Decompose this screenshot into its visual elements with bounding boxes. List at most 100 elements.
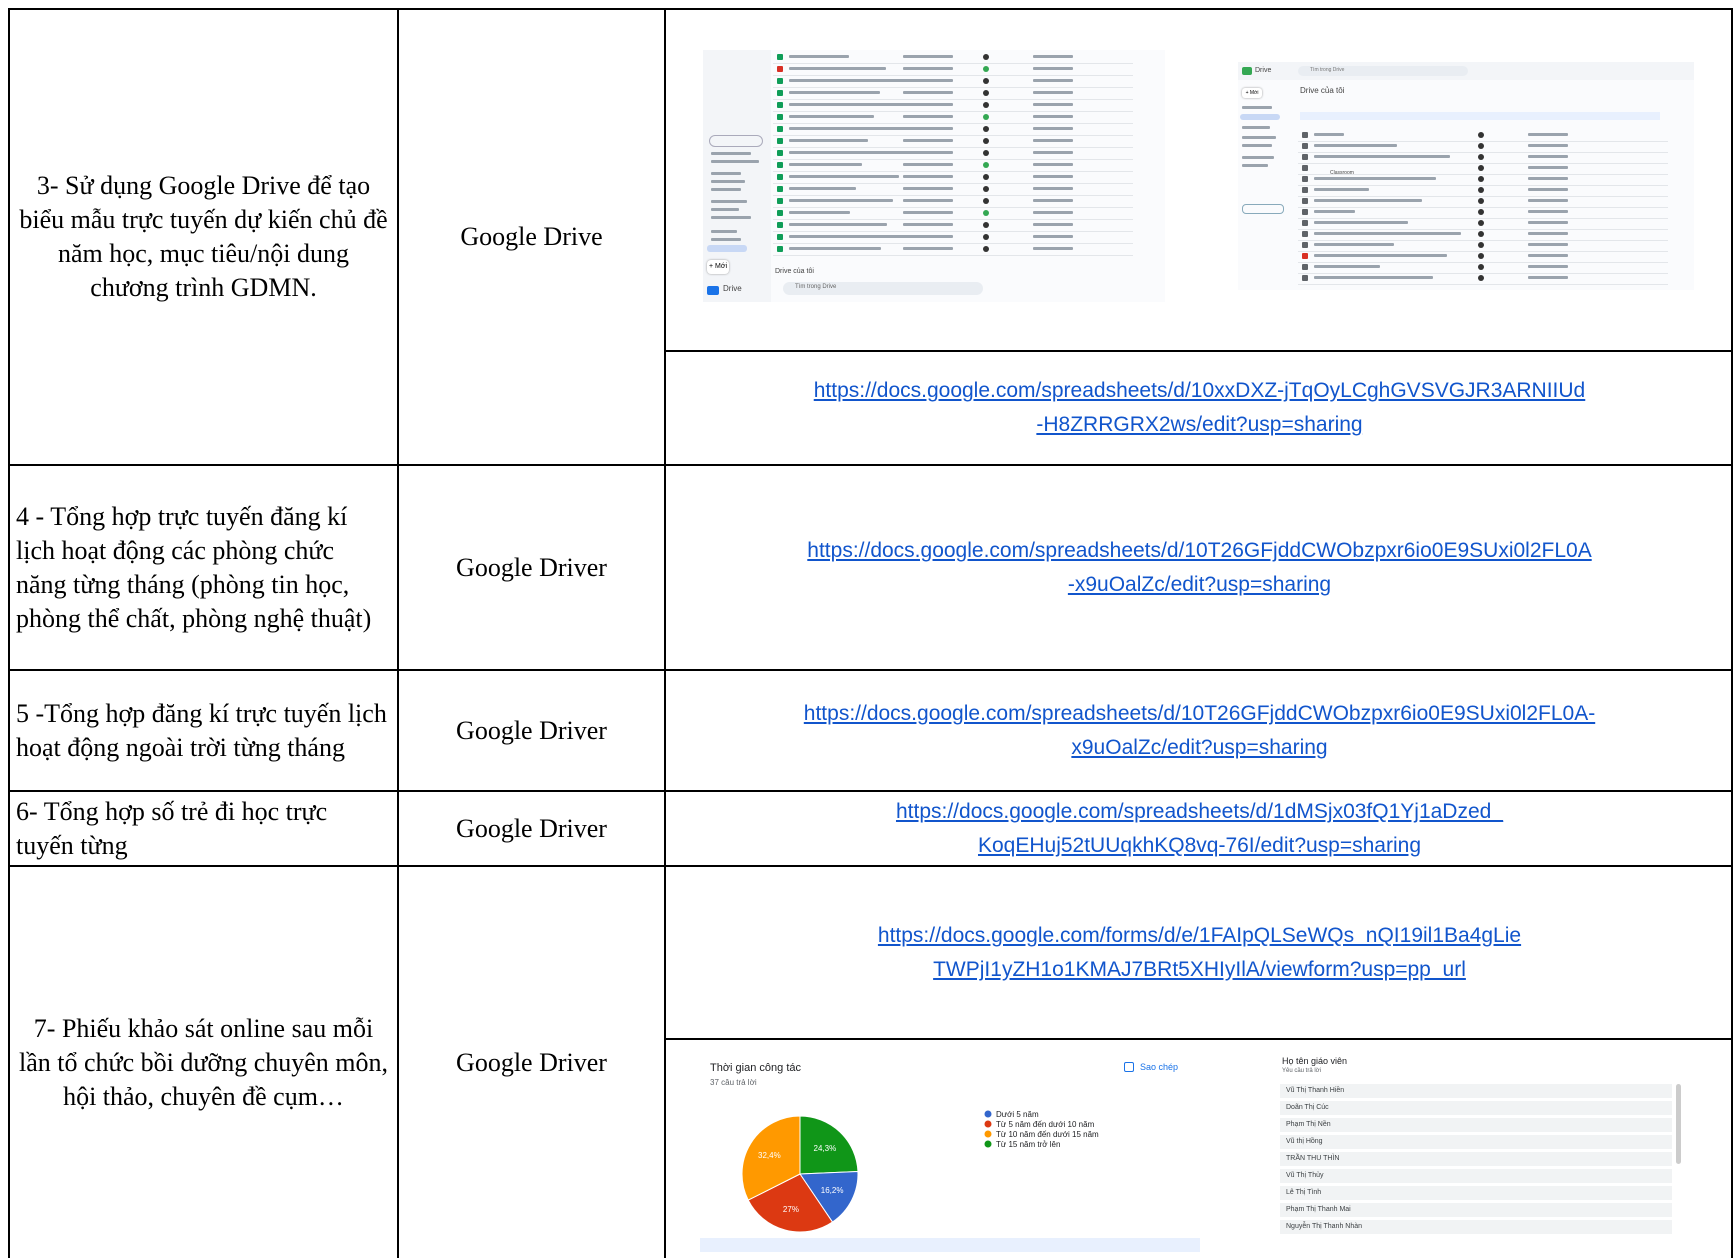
scrollbar[interactable]: [1676, 1084, 1681, 1164]
owner-avatar: [1478, 154, 1484, 160]
file-name[interactable]: [1314, 177, 1436, 180]
owner-avatar: [983, 246, 989, 252]
tool-text: Google Driver: [456, 1047, 607, 1077]
table-row-4-task: 4 - Tổng hợp trực tuyến đăng kí lịch hoạ…: [10, 466, 397, 669]
file-name[interactable]: [789, 91, 880, 94]
file-location: [1033, 127, 1073, 130]
legend-label: Từ 5 năm đến dưới 10 năm: [996, 1120, 1095, 1129]
row-divider: [1298, 240, 1668, 241]
file-name[interactable]: [789, 163, 862, 166]
row-divider: [773, 231, 1133, 232]
file-name[interactable]: [789, 55, 849, 58]
row-divider: [773, 195, 1133, 196]
link-line-2[interactable]: TWPjI1yZH1o1KMAJ7BRt5XHIyIlA/viewform?us…: [878, 953, 1521, 987]
owner-avatar: [1478, 209, 1484, 215]
file-name[interactable]: [1314, 199, 1422, 202]
file-name[interactable]: [789, 247, 881, 250]
table-row-3-tool: Google Drive: [399, 10, 664, 464]
file-name[interactable]: [1314, 188, 1369, 191]
link-line-2[interactable]: x9uOalZc/edit?usp=sharing: [804, 731, 1595, 765]
file-location: [1033, 91, 1073, 94]
file-name[interactable]: [789, 199, 893, 202]
response-item: Doãn Thị Cúc: [1280, 1101, 1672, 1115]
row-divider: [773, 111, 1133, 112]
link-line-1[interactable]: https://docs.google.com/spreadsheets/d/1…: [814, 374, 1586, 408]
table-row-7-task: 7- Phiếu khảo sát online sau mỗi lần tổ …: [10, 867, 397, 1258]
file-date: [903, 247, 953, 250]
file-name[interactable]: [1314, 155, 1450, 158]
response-item: Vũ Thị Thủy: [1280, 1169, 1672, 1183]
file-name[interactable]: [1314, 254, 1447, 257]
file-name[interactable]: [1314, 133, 1344, 136]
drive-nav-active[interactable]: [1240, 114, 1280, 120]
folder-icon: [1302, 209, 1308, 215]
file-name[interactable]: [789, 175, 899, 178]
new-button[interactable]: + Mới: [707, 260, 729, 274]
file-location: [1033, 199, 1073, 202]
file-location: [1033, 103, 1073, 106]
file-name[interactable]: [789, 67, 886, 70]
row-divider: [1298, 141, 1668, 142]
file-name[interactable]: [789, 103, 917, 106]
owner-avatar: [1478, 132, 1484, 138]
file-date: [1528, 221, 1568, 224]
question-title: Họ tên giáo viên: [1282, 1056, 1348, 1066]
app-name: Drive: [1255, 67, 1272, 74]
notice-bar: [1300, 112, 1660, 120]
owner-avatar: [1478, 275, 1484, 281]
link-line-1[interactable]: https://docs.google.com/spreadsheets/d/1…: [896, 795, 1503, 829]
file-name[interactable]: [1314, 221, 1408, 224]
storage-button[interactable]: [1242, 204, 1284, 214]
row-divider: [1298, 207, 1668, 208]
link-line-2[interactable]: KoqEHuj52tUUqkhKQ8vq-76I/edit?usp=sharin…: [896, 829, 1503, 863]
file-name[interactable]: [789, 115, 874, 118]
link-line-1[interactable]: https://docs.google.com/forms/d/e/1FAIpQ…: [878, 919, 1521, 953]
folder-icon: [1302, 132, 1308, 138]
section-title: Drive của tôi: [775, 268, 814, 275]
file-name[interactable]: [789, 151, 905, 154]
link-line-2[interactable]: -H8ZRRGRX2ws/edit?usp=sharing: [814, 408, 1586, 442]
file-name[interactable]: [1314, 232, 1461, 235]
folder-icon: [1302, 176, 1308, 182]
file-name[interactable]: [789, 187, 856, 190]
link-line-1[interactable]: https://docs.google.com/spreadsheets/d/1…: [807, 534, 1591, 568]
row-divider: [1298, 262, 1668, 263]
link-line-2[interactable]: -x9uOalZc/edit?usp=sharing: [807, 568, 1591, 602]
table-row-4-link: https://docs.google.com/spreadsheets/d/1…: [666, 466, 1733, 669]
file-icon: [777, 186, 783, 192]
file-date: [903, 127, 953, 130]
row-divider: [773, 123, 1133, 124]
search-placeholder: Tìm trong Drive: [1310, 67, 1345, 73]
pie-data-label: 16,2%: [821, 1186, 844, 1195]
folder-icon: [1302, 198, 1308, 204]
file-name[interactable]: [789, 223, 887, 226]
file-name[interactable]: [1314, 265, 1380, 268]
drive-nav-active[interactable]: [707, 245, 747, 252]
owner-avatar: [983, 102, 989, 108]
file-date: [903, 115, 953, 118]
file-name[interactable]: [1314, 243, 1394, 246]
row-divider: [1298, 273, 1668, 274]
form-summary-screenshot: Thời gian công tác 37 câu trả lời Sao ch…: [700, 1052, 1200, 1252]
owner-avatar: [1478, 220, 1484, 226]
legend-label: Dưới 5 năm: [996, 1110, 1039, 1119]
file-date: [903, 187, 953, 190]
search-box[interactable]: [709, 135, 763, 147]
row-divider: [773, 99, 1133, 100]
file-date: [1528, 166, 1568, 169]
folder-name: Classroom: [1330, 170, 1354, 176]
file-name[interactable]: [789, 211, 850, 214]
link-line-1[interactable]: https://docs.google.com/spreadsheets/d/1…: [804, 697, 1595, 731]
file-icon: [777, 234, 783, 240]
file-name[interactable]: [789, 139, 868, 142]
file-name[interactable]: [789, 127, 911, 130]
file-name[interactable]: [1314, 276, 1433, 279]
file-name[interactable]: [1314, 144, 1397, 147]
owner-avatar: [983, 150, 989, 156]
row-divider: [1298, 163, 1668, 164]
folder-icon: [1302, 275, 1308, 281]
file-name[interactable]: [1314, 210, 1355, 213]
row-divider: [773, 135, 1133, 136]
owner-avatar: [983, 126, 989, 132]
new-button[interactable]: + Mới: [1242, 88, 1262, 98]
